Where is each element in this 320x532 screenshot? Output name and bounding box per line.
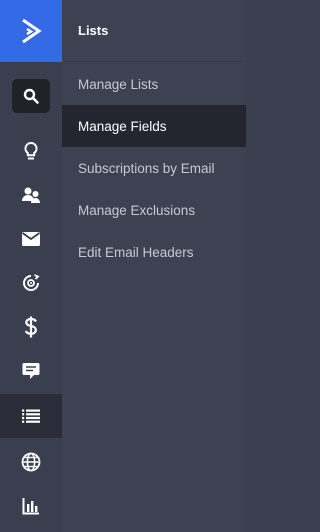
mail-icon (22, 232, 40, 246)
menu-item-manage-exclusions[interactable]: Manage Exclusions (62, 189, 246, 231)
rail-item-lists[interactable] (0, 394, 62, 438)
rail-item-conversations[interactable] (0, 349, 62, 393)
rail-item-deals[interactable] (0, 305, 62, 349)
search-icon (23, 88, 39, 104)
list-icon (22, 409, 40, 423)
rail-item-contacts[interactable] (0, 173, 62, 217)
search-button[interactable] (12, 79, 50, 113)
menu-item-manage-fields[interactable]: Manage Fields (62, 105, 246, 147)
lists-submenu-panel: Lists Manage Lists Manage Fields Subscri… (62, 0, 246, 532)
automation-icon (23, 274, 40, 291)
icon-rail (0, 0, 62, 532)
rail-item-automations[interactable] (0, 261, 62, 305)
contacts-icon (22, 187, 40, 203)
menu-item-subscriptions-by-email[interactable]: Subscriptions by Email (62, 147, 246, 189)
rail-item-campaigns[interactable] (0, 217, 62, 261)
activecampaign-logo[interactable] (0, 0, 62, 62)
bar-chart-icon (22, 498, 39, 515)
rail-item-deals-insights[interactable] (0, 129, 62, 173)
lightbulb-icon (24, 141, 38, 160)
logo-chevron-icon (22, 18, 42, 44)
globe-icon (21, 452, 41, 472)
rail-item-reports[interactable] (0, 484, 62, 528)
panel-title: Lists (62, 0, 246, 62)
chat-icon (22, 363, 40, 379)
menu-item-manage-lists[interactable]: Manage Lists (62, 63, 246, 105)
menu-item-edit-email-headers[interactable]: Edit Email Headers (62, 231, 246, 273)
dollar-icon (24, 316, 37, 338)
rail-item-search[interactable] (0, 74, 62, 118)
rail-item-site[interactable] (0, 440, 62, 484)
